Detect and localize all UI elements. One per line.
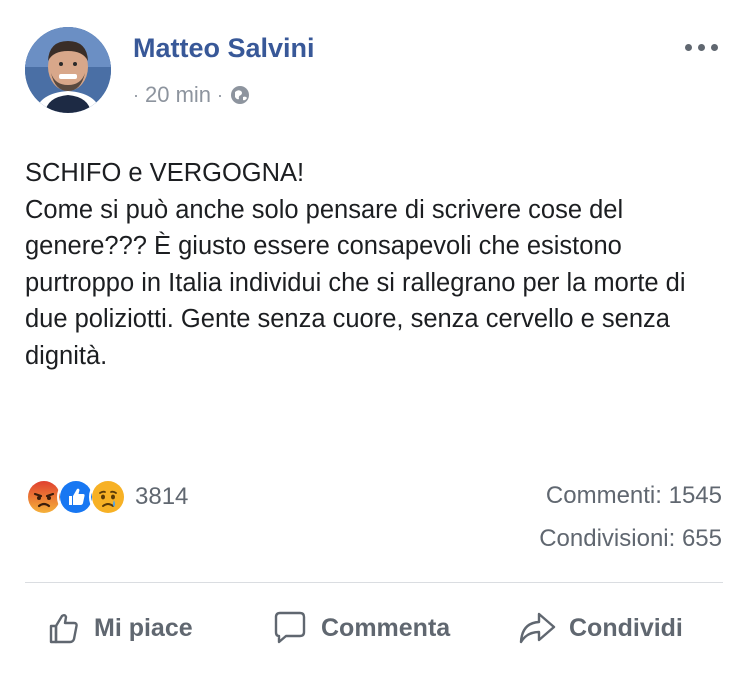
post-meta: · 20 min · (133, 82, 251, 108)
author-name[interactable]: Matteo Salvini (133, 33, 315, 64)
like-label: Mi piace (94, 613, 193, 642)
meta-separator: · (217, 84, 224, 105)
share-label: Condividi (569, 613, 683, 642)
more-options-button[interactable] (681, 35, 721, 59)
share-arrow-icon (519, 612, 556, 644)
thumbs-up-icon (49, 614, 78, 644)
more-dot (710, 43, 718, 51)
post-time[interactable]: 20 min (145, 82, 211, 108)
more-dot (684, 43, 692, 51)
meta-separator: · (133, 84, 139, 105)
more-dot (697, 43, 705, 51)
like-button[interactable]: Mi piace (46, 605, 193, 651)
avatar[interactable] (25, 27, 111, 113)
reactions-count: 3814 (135, 483, 189, 510)
facebook-post: Matteo Salvini · 20 min · SCHIFO e VERGO… (0, 0, 750, 675)
comment-bubble-icon (274, 611, 306, 644)
divider (25, 582, 723, 583)
comments-count[interactable]: Commenti: 1545 (546, 482, 722, 510)
reactions-summary[interactable]: 3814 (25, 478, 188, 516)
globe-icon[interactable] (229, 84, 251, 106)
shares-count[interactable]: Condivisioni: 655 (539, 525, 722, 553)
post-text: SCHIFO e VERGOGNA! Come si può anche sol… (25, 159, 686, 370)
sad-icon (89, 478, 127, 516)
share-button[interactable]: Condividi (517, 605, 683, 651)
comment-button[interactable]: Commenta (271, 605, 450, 651)
comment-label: Commenta (321, 613, 451, 642)
avatar-image (25, 27, 111, 113)
